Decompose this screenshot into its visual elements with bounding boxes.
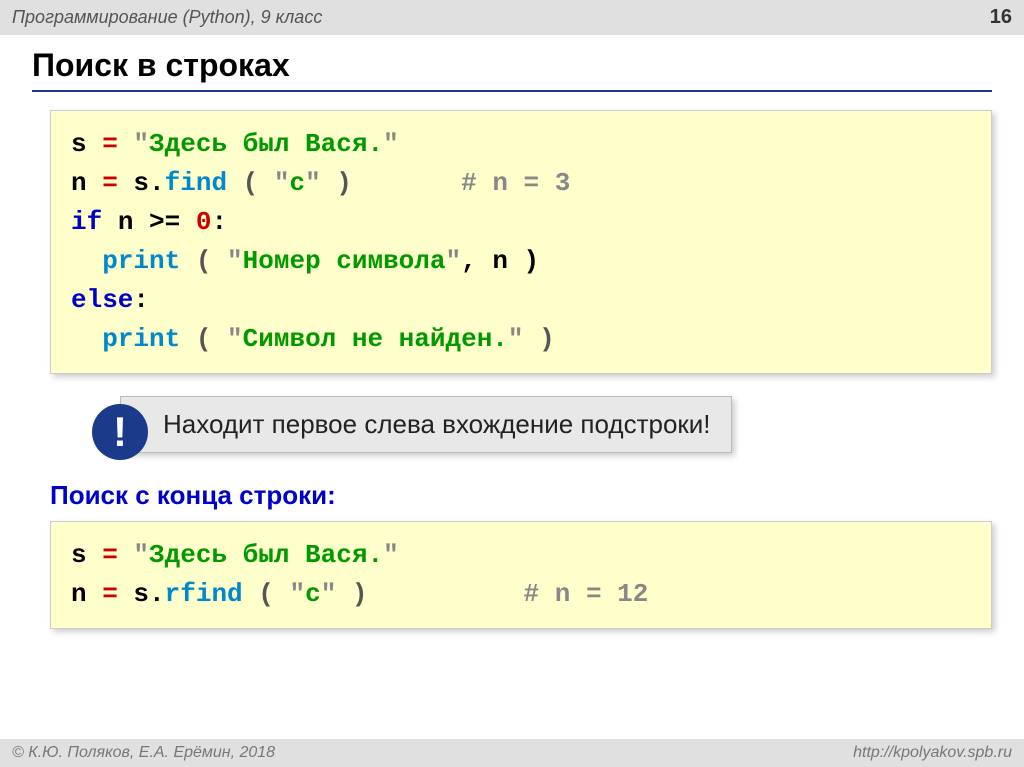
callout-text: Находит первое слева вхождение подстроки…: [120, 396, 732, 453]
footer-copyright: © К.Ю. Поляков, Е.А. Ерёмин, 2018: [12, 744, 275, 762]
code-line: n = s.find ( "с" ) # n = 3: [71, 164, 971, 203]
page-number: 16: [990, 6, 1012, 29]
code-block-rfind: s = "Здесь был Вася." n = s.rfind ( "с" …: [50, 521, 992, 629]
code-line: n = s.rfind ( "с" ) # n = 12: [71, 575, 971, 614]
exclamation-icon: !: [92, 404, 148, 460]
subheading: Поиск с конца строки:: [50, 480, 992, 511]
slide-footer: © К.Ю. Поляков, Е.А. Ерёмин, 2018 http:/…: [0, 739, 1024, 767]
code-line: print ( "Номер символа", n ): [71, 242, 971, 281]
code-line: else:: [71, 281, 971, 320]
code-line: s = "Здесь был Вася.": [71, 125, 971, 164]
slide-content: Поиск в строках s = "Здесь был Вася." n …: [0, 35, 1024, 629]
code-line: if n >= 0:: [71, 203, 971, 242]
code-line: s = "Здесь был Вася.": [71, 536, 971, 575]
code-line: print ( "Символ не найден." ): [71, 320, 971, 359]
callout: ! Находит первое слева вхождение подстро…: [92, 396, 992, 460]
footer-url: http://kpolyakov.spb.ru: [853, 744, 1012, 762]
slide-header: Программирование (Python), 9 класс 16: [0, 0, 1024, 35]
code-block-find: s = "Здесь был Вася." n = s.find ( "с" )…: [50, 110, 992, 374]
header-subject: Программирование (Python), 9 класс: [12, 7, 322, 28]
slide-title: Поиск в строках: [32, 47, 992, 92]
